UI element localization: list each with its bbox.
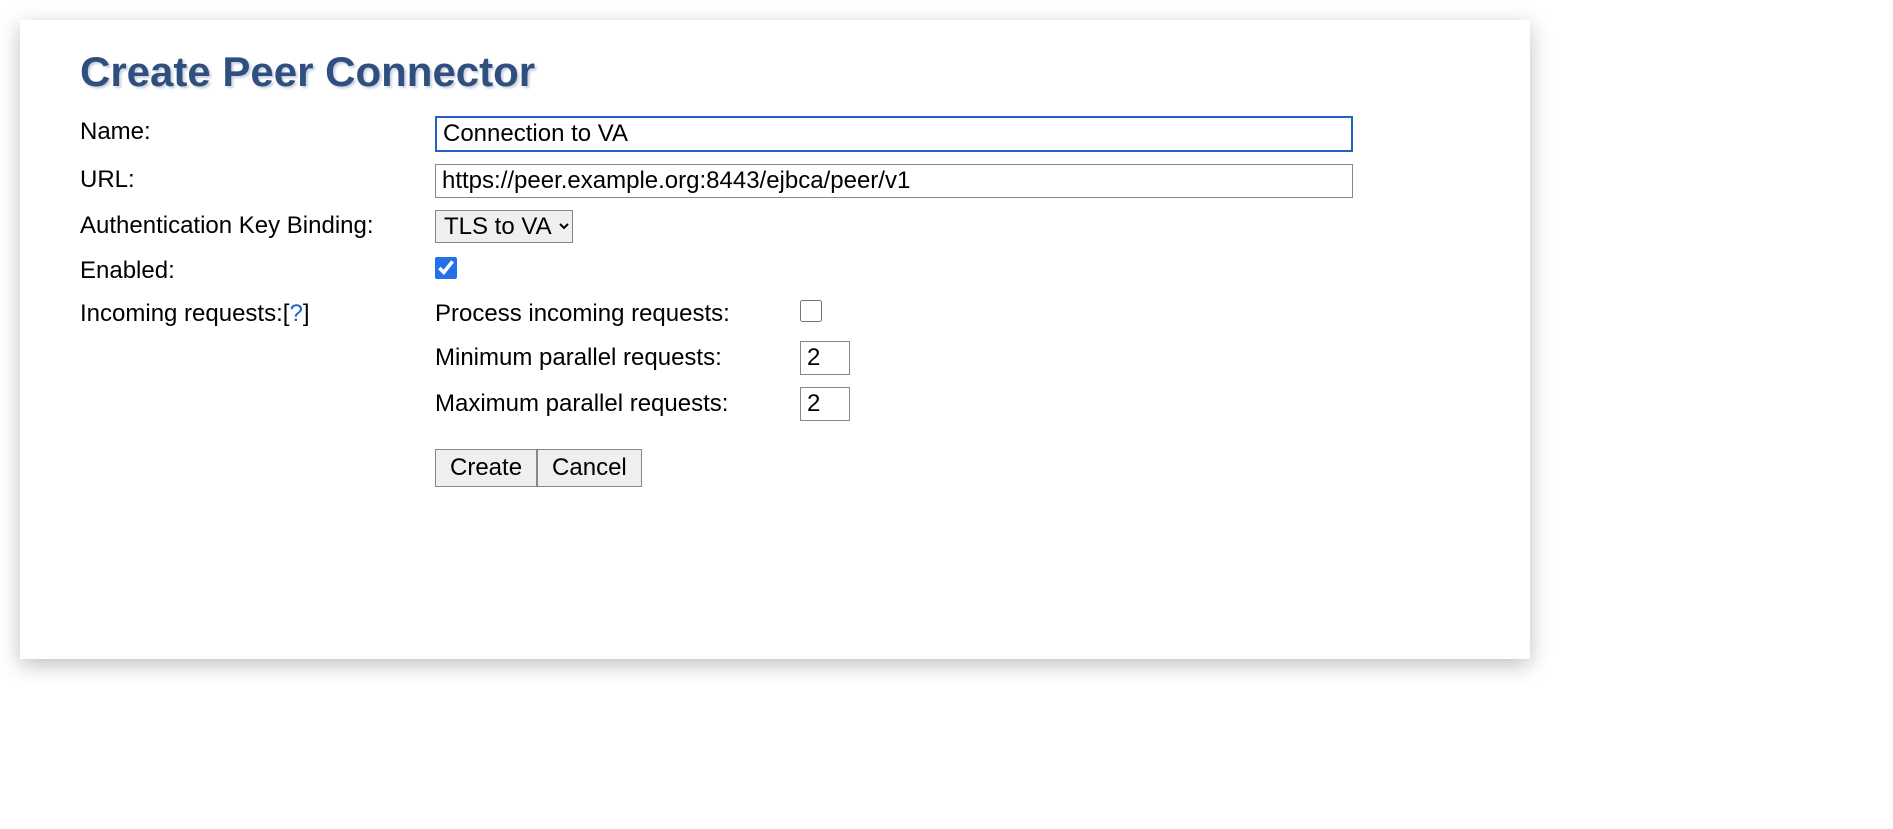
cancel-button[interactable]: Cancel xyxy=(537,449,642,487)
row-enabled: Enabled: xyxy=(80,255,1470,286)
row-min-parallel: Minimum parallel requests: xyxy=(435,341,1470,375)
incoming-help-link[interactable]: ? xyxy=(289,300,302,327)
enabled-checkbox[interactable] xyxy=(435,257,457,279)
label-incoming: Incoming requests:[?] xyxy=(80,298,435,328)
label-url: URL: xyxy=(80,164,435,194)
label-max-parallel: Maximum parallel requests: xyxy=(435,390,800,418)
process-incoming-checkbox[interactable] xyxy=(800,300,822,322)
min-parallel-input[interactable] xyxy=(800,341,850,375)
row-url: URL: xyxy=(80,164,1470,198)
label-incoming-text: Incoming requests: xyxy=(80,300,283,327)
help-bracket-close: ] xyxy=(303,300,310,327)
label-auth-key-binding: Authentication Key Binding: xyxy=(80,210,435,240)
label-name: Name: xyxy=(80,116,435,146)
row-name: Name: xyxy=(80,116,1470,152)
name-input[interactable] xyxy=(435,116,1353,152)
button-row: Create Cancel xyxy=(435,449,1470,487)
label-min-parallel: Minimum parallel requests: xyxy=(435,344,800,372)
page-title: Create Peer Connector xyxy=(80,48,1470,96)
auth-key-binding-select[interactable]: TLS to VA xyxy=(435,210,573,243)
url-input[interactable] xyxy=(435,164,1353,198)
label-process-incoming: Process incoming requests: xyxy=(435,300,800,328)
max-parallel-input[interactable] xyxy=(800,387,850,421)
create-button[interactable]: Create xyxy=(435,449,537,487)
row-process-incoming: Process incoming requests: xyxy=(435,298,1470,329)
label-enabled: Enabled: xyxy=(80,255,435,285)
create-peer-connector-panel: Create Peer Connector Name: URL: Authent… xyxy=(20,20,1530,659)
row-auth-key-binding: Authentication Key Binding: TLS to VA xyxy=(80,210,1470,243)
row-max-parallel: Maximum parallel requests: xyxy=(435,387,1470,421)
row-incoming: Incoming requests:[?] Process incoming r… xyxy=(80,298,1470,487)
